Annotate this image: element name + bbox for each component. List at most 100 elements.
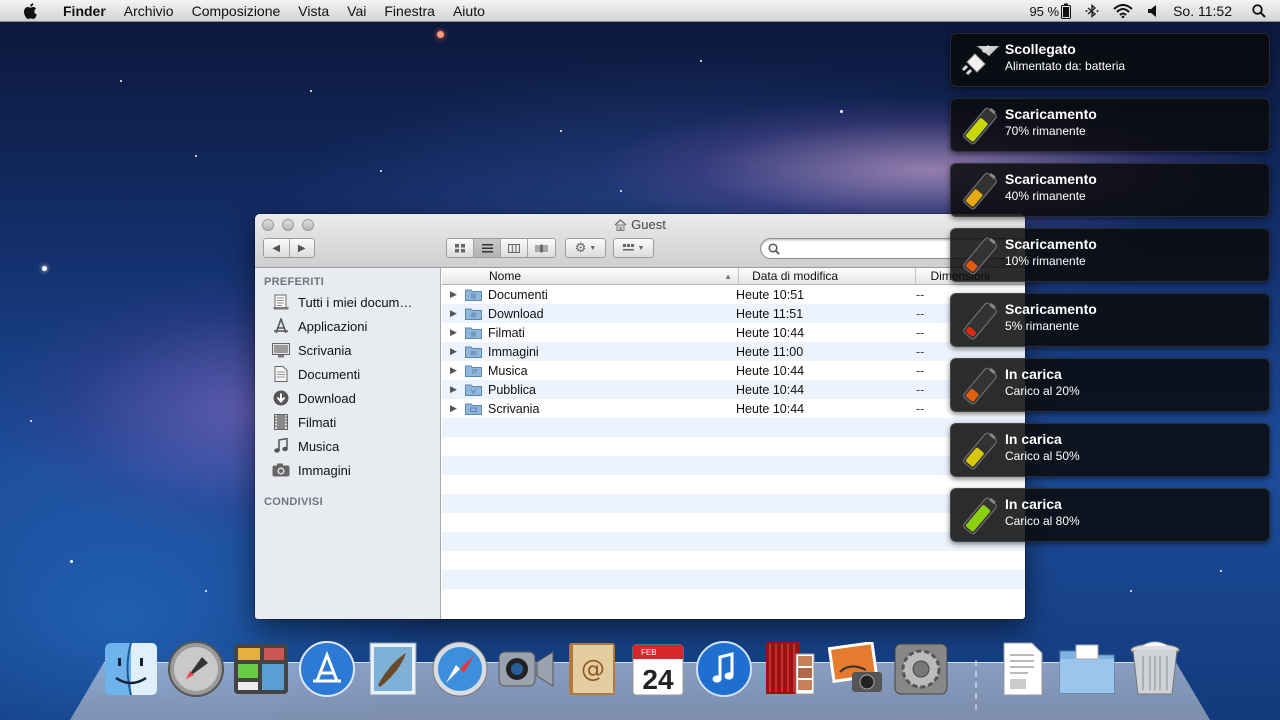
finder-sidebar: PREFERITI Tutti i miei docum… Applicazio… bbox=[255, 268, 441, 619]
notification-discharging-5[interactable]: Scaricamento 5% rimanente bbox=[950, 293, 1270, 347]
action-menu-button[interactable]: ⚙ ▼ bbox=[565, 238, 606, 258]
spotlight-icon[interactable] bbox=[1252, 4, 1266, 18]
file-date: Heute 10:44 bbox=[736, 363, 805, 378]
sidebar-item-movies[interactable]: Filmati bbox=[255, 410, 440, 434]
arrange-menu-button[interactable]: ▼ bbox=[613, 238, 654, 258]
finder-icon[interactable] bbox=[102, 640, 160, 698]
table-row[interactable]: ▶ Download Heute 11:51 -- bbox=[442, 304, 1025, 323]
menubar-clock[interactable]: So. 11:52 bbox=[1173, 3, 1232, 19]
pictures-folder-icon bbox=[465, 346, 482, 358]
file-date: Heute 11:51 bbox=[736, 306, 804, 321]
music-icon bbox=[272, 438, 290, 454]
address-book-icon[interactable]: @ bbox=[563, 640, 621, 698]
file-date: Heute 11:00 bbox=[736, 344, 804, 359]
disclosure-triangle-icon[interactable]: ▶ bbox=[450, 308, 460, 319]
battery-icon bbox=[963, 302, 997, 340]
menu-vai[interactable]: Vai bbox=[338, 0, 375, 22]
trash-icon[interactable] bbox=[1126, 640, 1184, 698]
mail-icon[interactable] bbox=[364, 640, 422, 698]
file-date: Heute 10:51 bbox=[736, 287, 805, 302]
svg-text:@: @ bbox=[581, 655, 605, 683]
calendar-day: 24 bbox=[642, 664, 674, 695]
notification-title: Scaricamento bbox=[1005, 236, 1097, 252]
folder-stack-icon[interactable] bbox=[1058, 640, 1116, 698]
table-row[interactable]: ▶ Scrivania Heute 10:44 -- bbox=[442, 399, 1025, 418]
coverflow-view-button[interactable] bbox=[528, 239, 555, 257]
itunes-icon[interactable] bbox=[695, 640, 753, 698]
back-arrow-icon: ◀ bbox=[272, 242, 281, 254]
column-header-name[interactable]: Nome ▲ bbox=[442, 267, 740, 285]
sidebar-item-download[interactable]: Download bbox=[255, 386, 440, 410]
battery-icon bbox=[963, 497, 997, 535]
app-store-icon[interactable] bbox=[298, 640, 356, 698]
sidebar-item-documents[interactable]: Documenti bbox=[255, 362, 440, 386]
file-date: Heute 10:44 bbox=[736, 401, 805, 416]
battery-status[interactable]: 95 % bbox=[1029, 3, 1072, 19]
sidebar-item-label: Tutti i miei docum… bbox=[298, 294, 413, 310]
disclosure-triangle-icon[interactable]: ▶ bbox=[450, 289, 460, 300]
wifi-icon[interactable] bbox=[1113, 4, 1133, 18]
disclosure-triangle-icon[interactable]: ▶ bbox=[450, 365, 460, 376]
file-size: -- bbox=[916, 287, 925, 302]
notification-charging-20[interactable]: In carica Carico al 20% bbox=[950, 358, 1270, 412]
table-row[interactable]: ▶ Musica Heute 10:44 -- bbox=[442, 361, 1025, 380]
sidebar-item-label: Musica bbox=[298, 438, 340, 454]
notification-discharging-40[interactable]: Scaricamento 40% rimanente bbox=[950, 163, 1270, 217]
table-row[interactable]: ▶ Pubblica Heute 10:44 -- bbox=[442, 380, 1025, 399]
volume-icon[interactable] bbox=[1147, 4, 1159, 18]
document-stack-icon[interactable] bbox=[994, 640, 1052, 698]
notification-discharging-70[interactable]: Scaricamento 70% rimanente bbox=[950, 98, 1270, 152]
notification-unplugged[interactable]: Scollegato Alimentato da: batteria bbox=[950, 33, 1270, 87]
notification-discharging-10[interactable]: Scaricamento 10% rimanente bbox=[950, 228, 1270, 282]
view-mode-control bbox=[446, 238, 556, 258]
launchpad-icon[interactable] bbox=[167, 640, 225, 698]
disclosure-triangle-icon[interactable]: ▶ bbox=[450, 403, 460, 414]
system-preferences-icon[interactable] bbox=[892, 640, 950, 698]
menu-vista[interactable]: Vista bbox=[289, 0, 338, 22]
forward-button[interactable]: ▶ bbox=[290, 239, 315, 257]
safari-icon[interactable] bbox=[431, 640, 489, 698]
apple-menu-icon[interactable] bbox=[20, 2, 40, 19]
sidebar-item-desktop[interactable]: Scrivania bbox=[255, 338, 440, 362]
disclosure-triangle-icon[interactable]: ▶ bbox=[450, 327, 460, 338]
chevron-down-icon: ▼ bbox=[637, 244, 645, 252]
sidebar-item-applications[interactable]: Applicazioni bbox=[255, 314, 440, 338]
sidebar-item-label: Scrivania bbox=[298, 342, 352, 358]
menu-archivio[interactable]: Archivio bbox=[115, 0, 183, 22]
notification-subtitle: 40% rimanente bbox=[1005, 189, 1086, 203]
finder-titlebar[interactable]: Guest ◀ ▶ ⚙ ▼ ▼ bbox=[255, 214, 1025, 268]
column-header-date[interactable]: Data di modifica bbox=[739, 267, 917, 285]
desktop-folder-icon bbox=[465, 403, 482, 415]
column-view-button[interactable] bbox=[501, 239, 528, 257]
calendar-icon[interactable]: FEB 24 bbox=[629, 640, 687, 698]
all-documents-icon bbox=[272, 294, 290, 310]
facetime-icon[interactable] bbox=[497, 640, 555, 698]
calendar-month: FEB bbox=[641, 648, 657, 657]
notification-subtitle: 70% rimanente bbox=[1005, 124, 1086, 138]
sidebar-item-all-documents[interactable]: Tutti i miei docum… bbox=[255, 290, 440, 314]
back-button[interactable]: ◀ bbox=[264, 239, 290, 257]
photo-booth-icon[interactable] bbox=[760, 640, 818, 698]
bluetooth-icon[interactable] bbox=[1085, 4, 1099, 18]
menu-composizione[interactable]: Composizione bbox=[183, 0, 290, 22]
disclosure-triangle-icon[interactable]: ▶ bbox=[450, 346, 460, 357]
notification-subtitle: Carico al 50% bbox=[1005, 449, 1080, 463]
table-row[interactable]: ▶ Immagini Heute 11:00 -- bbox=[442, 342, 1025, 361]
notification-charging-50[interactable]: In carica Carico al 50% bbox=[950, 423, 1270, 477]
dashboard-icon[interactable] bbox=[232, 640, 290, 698]
search-icon bbox=[768, 242, 780, 255]
disclosure-triangle-icon[interactable]: ▶ bbox=[450, 384, 460, 395]
menu-finder[interactable]: Finder bbox=[54, 0, 115, 22]
table-row[interactable]: ▶ Documenti Heute 10:51 -- bbox=[442, 285, 1025, 304]
notification-charging-80[interactable]: In carica Carico al 80% bbox=[950, 488, 1270, 542]
sidebar-item-music[interactable]: Musica bbox=[255, 434, 440, 458]
list-view-button[interactable] bbox=[474, 239, 501, 257]
sidebar-item-pictures[interactable]: Immagini bbox=[255, 458, 440, 482]
icon-view-button[interactable] bbox=[447, 239, 474, 257]
menu-aiuto[interactable]: Aiuto bbox=[444, 0, 494, 22]
sidebar-item-label: Download bbox=[298, 390, 356, 406]
iphoto-icon[interactable] bbox=[826, 640, 884, 698]
menu-finestra[interactable]: Finestra bbox=[375, 0, 444, 22]
finder-window: Guest ◀ ▶ ⚙ ▼ ▼ PREFERITI Tutti i miei d… bbox=[255, 214, 1025, 619]
table-row[interactable]: ▶ Filmati Heute 10:44 -- bbox=[442, 323, 1025, 342]
